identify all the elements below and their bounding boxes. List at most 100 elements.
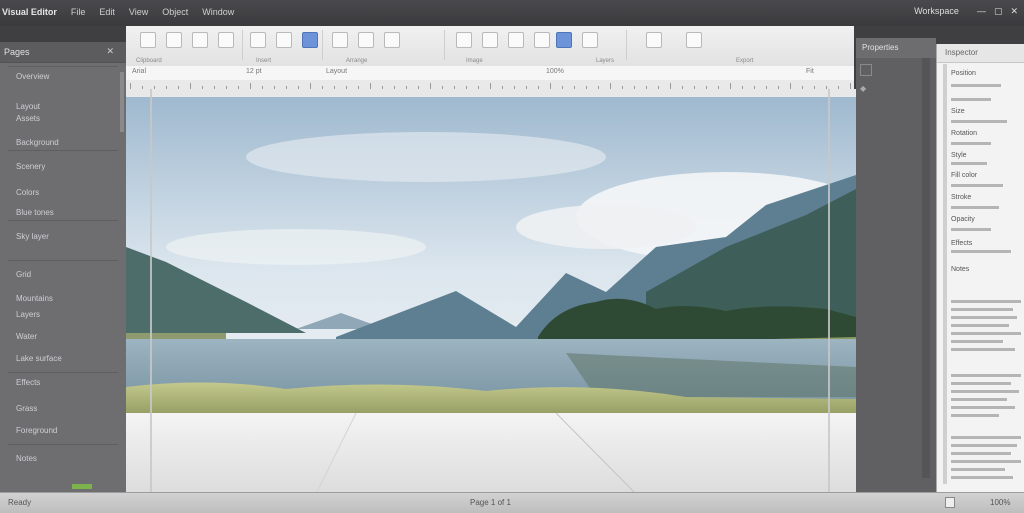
pages-list-item[interactable]: Grass xyxy=(16,404,37,413)
menu-file[interactable]: File xyxy=(71,7,86,21)
font-select[interactable]: Arial xyxy=(132,68,146,75)
rotate-icon[interactable] xyxy=(456,32,472,48)
inspector-panel-title: Inspector xyxy=(945,48,978,57)
vertical-guide-left[interactable] xyxy=(150,89,152,494)
pages-list-item[interactable]: Assets xyxy=(16,114,40,123)
status-bar: Ready Page 1 of 1 100% xyxy=(0,492,1024,513)
page-icon[interactable] xyxy=(945,497,955,508)
inspector-text-line xyxy=(951,332,1021,335)
document-canvas[interactable] xyxy=(126,89,856,495)
pages-list-item[interactable]: Lake surface xyxy=(16,354,62,363)
align-icon[interactable] xyxy=(582,32,598,48)
inspector-text-line xyxy=(951,398,1007,401)
menu-edit[interactable]: Edit xyxy=(99,7,115,21)
panel-close-icon[interactable]: ✕ xyxy=(106,46,114,57)
inspector-label: Style xyxy=(951,152,967,159)
pages-list-item[interactable]: Water xyxy=(16,332,37,341)
chart-icon[interactable] xyxy=(332,32,348,48)
inspector-text-line xyxy=(951,348,1015,351)
title-bar: Visual Editor File Edit View Object Wind… xyxy=(0,0,1024,26)
ribbon-group-label: Clipboard xyxy=(136,58,162,64)
inspector-label: Rotation xyxy=(951,130,978,137)
pages-list-item[interactable]: Layout xyxy=(16,102,40,111)
pages-list-item[interactable]: Sky layer xyxy=(16,232,49,241)
image-icon[interactable] xyxy=(358,32,374,48)
lock-icon[interactable]: ◆ xyxy=(860,84,866,93)
inspector-panel: Inspector Position Size Rotation Style Fill … xyxy=(936,44,1024,492)
format-icon[interactable] xyxy=(218,32,234,48)
inspector-text-line xyxy=(951,460,1021,463)
menu-view[interactable]: View xyxy=(129,7,148,21)
inspector-text-line xyxy=(951,414,999,417)
workspace-label[interactable]: Workspace xyxy=(914,6,959,17)
status-zoom[interactable]: 100% xyxy=(990,498,1010,507)
landscape-image[interactable] xyxy=(126,97,856,413)
fit-button[interactable]: Fit xyxy=(806,68,814,75)
pages-list-item[interactable]: Layers xyxy=(16,310,40,319)
minimize-icon[interactable]: — xyxy=(977,6,986,17)
pages-list-item[interactable]: Scenery xyxy=(16,162,45,171)
inspector-label: Effects xyxy=(951,240,973,247)
pages-list-item[interactable]: Effects xyxy=(16,378,40,387)
inspector-text-line xyxy=(951,120,1007,123)
pages-list-item[interactable]: Overview xyxy=(16,72,49,81)
inspector-text-line xyxy=(951,206,999,209)
pages-panel: Pages ✕ Overview Layout Assets Background Sc… xyxy=(0,42,126,492)
page-indicator: Page 1 of 1 xyxy=(470,498,511,507)
list-divider xyxy=(8,260,118,261)
maximize-icon[interactable]: ▢ xyxy=(994,6,1003,17)
inspector-panel-header: Inspector xyxy=(937,44,1024,63)
inspector-text-line xyxy=(951,382,1011,385)
inspector-text-line xyxy=(951,84,1001,87)
menu-window[interactable]: Window xyxy=(202,7,234,21)
pages-list-item[interactable]: Colors xyxy=(16,188,39,197)
export-icon[interactable] xyxy=(686,32,702,48)
inspector-label: Fill color xyxy=(951,172,978,179)
layers-icon[interactable] xyxy=(482,32,498,48)
line-icon[interactable] xyxy=(534,32,550,48)
pages-list-item[interactable]: Mountains xyxy=(16,294,53,303)
inspector-text-line xyxy=(951,162,987,165)
menu-object[interactable]: Object xyxy=(162,7,188,21)
cut-icon[interactable] xyxy=(166,32,182,48)
close-icon[interactable]: ✕ xyxy=(1010,6,1018,17)
crop-icon[interactable] xyxy=(384,32,400,48)
ribbon-separator xyxy=(626,30,627,60)
layout-select[interactable]: Layout xyxy=(326,68,347,75)
inspector-text-line xyxy=(951,340,1003,343)
inspector-scrollbar[interactable] xyxy=(943,64,947,484)
group-icon[interactable] xyxy=(646,32,662,48)
copy-icon[interactable] xyxy=(192,32,208,48)
shape-icon[interactable] xyxy=(276,32,292,48)
list-divider xyxy=(8,444,118,445)
pages-list-item[interactable]: Grid xyxy=(16,270,31,279)
ribbon-group-label: Layers xyxy=(596,58,615,64)
inspector-text-line xyxy=(951,452,1011,455)
grid-toggle-icon[interactable] xyxy=(860,64,872,76)
font-size-select[interactable]: 12 pt xyxy=(246,68,262,75)
pages-list-item[interactable]: Notes xyxy=(16,454,37,463)
left-scrollbar[interactable] xyxy=(120,72,124,132)
vertical-guide-right[interactable] xyxy=(828,89,830,494)
paste-icon[interactable] xyxy=(140,32,156,48)
inspector-text-line xyxy=(951,308,1013,311)
inspector-label: Stroke xyxy=(951,194,972,201)
format-bar: Arial 12 pt Layout 100% Fit xyxy=(126,66,854,81)
inspector-text-line xyxy=(951,300,1021,303)
pages-list-item[interactable]: Blue tones xyxy=(16,208,54,217)
pages-list-item[interactable]: Foreground xyxy=(16,426,57,435)
frame-icon[interactable] xyxy=(556,32,572,48)
app-title: Visual Editor xyxy=(2,7,57,17)
floor-perspective xyxy=(315,412,637,495)
pages-panel-title: Pages xyxy=(4,47,30,57)
list-divider xyxy=(8,66,118,67)
pages-list-item[interactable]: Background xyxy=(16,138,59,147)
landscape-illustration xyxy=(126,97,856,413)
table-icon[interactable] xyxy=(302,32,318,48)
ribbon-group-label: Arrange xyxy=(346,58,368,64)
pen-icon[interactable] xyxy=(508,32,524,48)
properties-scrollbar[interactable] xyxy=(922,58,930,478)
zoom-select[interactable]: 100% xyxy=(546,68,564,75)
inspector-text-line xyxy=(951,228,991,231)
text-icon[interactable] xyxy=(250,32,266,48)
